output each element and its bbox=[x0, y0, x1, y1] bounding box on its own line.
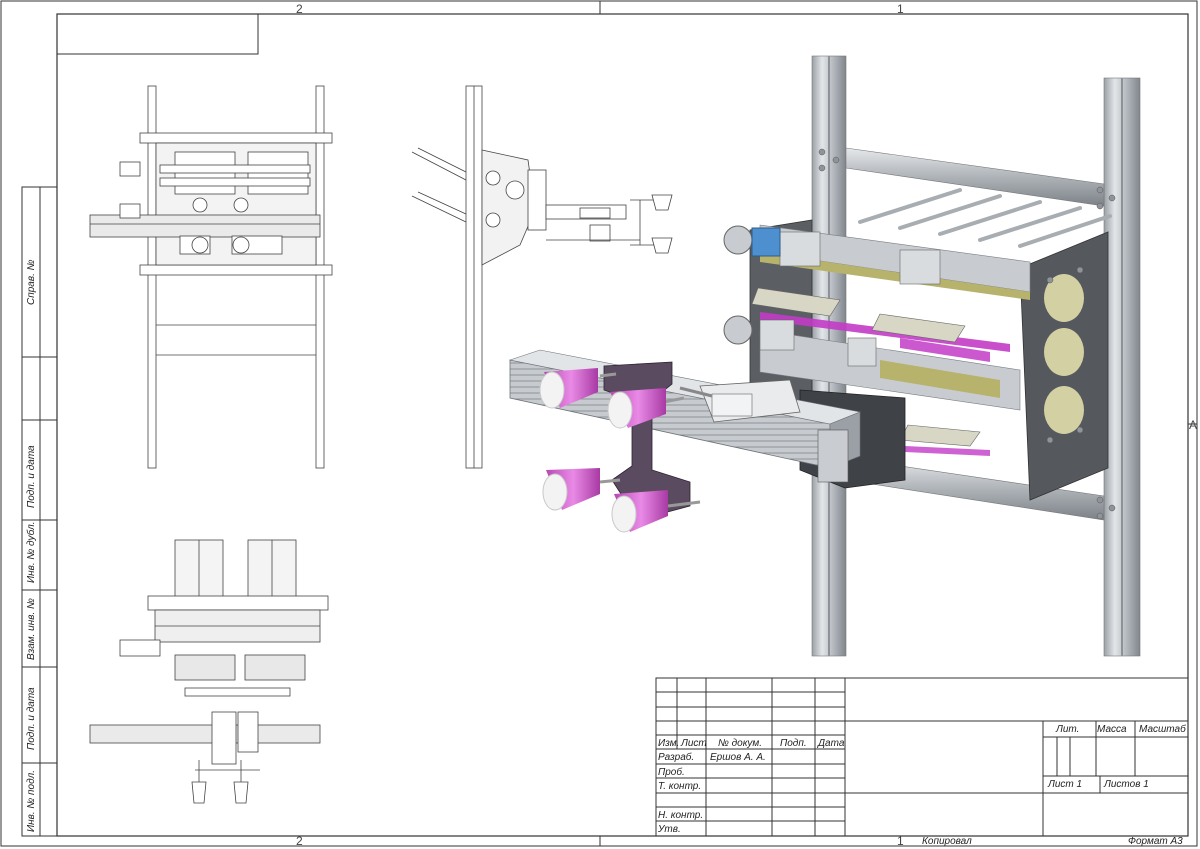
label-inv-dubl: Инв. № дубл. bbox=[26, 521, 37, 584]
tb-prov: Проб. bbox=[658, 767, 685, 778]
zone-marker-top-right: 1 bbox=[897, 2, 904, 16]
tb-listov: Листов 1 bbox=[1104, 779, 1149, 790]
label-vzam-inv: Взам. инв. № bbox=[26, 598, 37, 660]
front-view-drawing bbox=[89, 85, 333, 469]
tb-col-list: Лист bbox=[681, 738, 707, 749]
tb-n-kontr: Н. контр. bbox=[658, 810, 704, 821]
zone-marker-top-left: 2 bbox=[296, 2, 303, 16]
footer-format: Формат A3 bbox=[1128, 836, 1183, 847]
label-sprav-no: Справ. № bbox=[26, 259, 37, 305]
isometric-render bbox=[508, 55, 1141, 657]
label-podp-data-2: Подп. и дата bbox=[26, 687, 37, 750]
tb-lit: Лит. bbox=[1056, 724, 1080, 735]
sheet-frame bbox=[0, 0, 1198, 847]
tb-utv: Утв. bbox=[658, 824, 681, 835]
footer-kopiroval: Копировал bbox=[922, 836, 972, 847]
tb-list: Лист 1 bbox=[1048, 779, 1083, 790]
label-podp-data-1: Подп. и дата bbox=[26, 445, 37, 508]
tb-razrab: Разраб. bbox=[658, 752, 695, 763]
tb-razrab-name: Ершов А. А. bbox=[710, 752, 766, 763]
tb-massa: Масса bbox=[1097, 724, 1127, 735]
tb-masshtab: Масштаб bbox=[1139, 724, 1186, 735]
drawing-sheet bbox=[0, 0, 1198, 847]
zone-marker-bottom-left: 2 bbox=[296, 834, 303, 848]
tb-col-data: Дата bbox=[818, 738, 845, 749]
tb-col-podp: Подп. bbox=[780, 738, 807, 749]
tb-col-doc: № докум. bbox=[718, 738, 763, 749]
tb-t-kontr: Т. контр. bbox=[658, 781, 702, 792]
tb-col-izm: Изм. bbox=[658, 738, 680, 749]
top-view-drawing bbox=[89, 539, 329, 804]
zone-marker-bottom-right: 1 bbox=[897, 834, 904, 848]
label-inv-podl: Инв. № подл. bbox=[26, 769, 37, 832]
zone-marker-right: A bbox=[1189, 418, 1198, 432]
